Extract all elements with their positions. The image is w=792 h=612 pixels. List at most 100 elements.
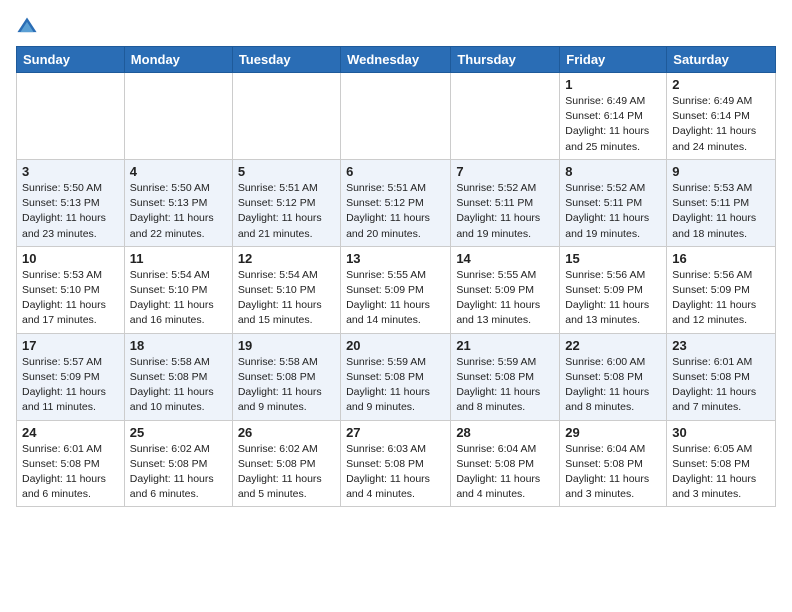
day-cell-4: 4Sunrise: 5:50 AM Sunset: 5:13 PM Daylig… bbox=[124, 159, 232, 246]
empty-cell bbox=[451, 73, 560, 160]
day-cell-29: 29 Sunrise: 6:04 AM Sunset: 5:08 PM Dayli… bbox=[560, 420, 667, 507]
day-cell-22: 22 Sunrise: 6:00 AM Sunset: 5:08 PM Dayli… bbox=[560, 333, 667, 420]
day-number: 23 bbox=[672, 338, 770, 353]
day-info: Sunrise: 5:53 AM Sunset: 5:11 PM Dayligh… bbox=[672, 182, 756, 240]
day-number: 14 bbox=[456, 251, 554, 266]
day-info: Sunrise: 5:57 AM Sunset: 5:09 PM Dayligh… bbox=[22, 356, 106, 414]
weekday-header-sunday: Sunday bbox=[17, 47, 125, 73]
day-info: Sunrise: 5:58 AM Sunset: 5:08 PM Dayligh… bbox=[130, 356, 214, 414]
day-cell-25: 25Sunrise: 6:02 AM Sunset: 5:08 PM Dayli… bbox=[124, 420, 232, 507]
logo bbox=[16, 16, 42, 38]
day-cell-19: 19Sunrise: 5:58 AM Sunset: 5:08 PM Dayli… bbox=[232, 333, 340, 420]
day-cell-5: 5 Sunrise: 5:51 AM Sunset: 5:12 PM Daylig… bbox=[232, 159, 340, 246]
empty-cell bbox=[17, 73, 125, 160]
day-number: 30 bbox=[672, 425, 770, 440]
logo-icon bbox=[16, 16, 38, 38]
day-cell-8: 8 Sunrise: 5:52 AM Sunset: 5:11 PM Daylig… bbox=[560, 159, 667, 246]
day-number: 22 bbox=[565, 338, 661, 353]
calendar-page: SundayMondayTuesdayWednesdayThursdayFrid… bbox=[0, 0, 792, 517]
day-info: Sunrise: 5:59 AM Sunset: 5:08 PM Dayligh… bbox=[456, 356, 540, 414]
day-info: Sunrise: 5:51 AM Sunset: 5:12 PM Dayligh… bbox=[238, 182, 322, 240]
day-info: Sunrise: 5:58 AM Sunset: 5:08 PM Dayligh… bbox=[238, 356, 322, 414]
day-number: 10 bbox=[22, 251, 119, 266]
weekday-header-thursday: Thursday bbox=[451, 47, 560, 73]
calendar-table: SundayMondayTuesdayWednesdayThursdayFrid… bbox=[16, 46, 776, 507]
day-number: 2 bbox=[672, 77, 770, 92]
day-cell-21: 21 Sunrise: 5:59 AM Sunset: 5:08 PM Dayli… bbox=[451, 333, 560, 420]
day-number: 25 bbox=[130, 425, 227, 440]
day-number: 3 bbox=[22, 164, 119, 179]
day-cell-16: 16 Sunrise: 5:56 AM Sunset: 5:09 PM Dayli… bbox=[667, 246, 776, 333]
day-info: Sunrise: 6:01 AM Sunset: 5:08 PM Dayligh… bbox=[22, 443, 106, 501]
day-number: 28 bbox=[456, 425, 554, 440]
day-cell-13: 13Sunrise: 5:55 AM Sunset: 5:09 PM Dayli… bbox=[341, 246, 451, 333]
day-info: Sunrise: 5:56 AM Sunset: 5:09 PM Dayligh… bbox=[672, 269, 756, 327]
calendar-header: SundayMondayTuesdayWednesdayThursdayFrid… bbox=[17, 47, 776, 73]
day-info: Sunrise: 5:59 AM Sunset: 5:08 PM Dayligh… bbox=[346, 356, 430, 414]
day-info: Sunrise: 6:49 AM Sunset: 6:14 PM Dayligh… bbox=[565, 95, 649, 153]
day-number: 26 bbox=[238, 425, 335, 440]
day-info: Sunrise: 5:52 AM Sunset: 5:11 PM Dayligh… bbox=[565, 182, 649, 240]
day-cell-27: 27 Sunrise: 6:03 AM Sunset: 5:08 PM Dayli… bbox=[341, 420, 451, 507]
day-cell-11: 11Sunrise: 5:54 AM Sunset: 5:10 PM Dayli… bbox=[124, 246, 232, 333]
day-number: 16 bbox=[672, 251, 770, 266]
day-cell-23: 23Sunrise: 6:01 AM Sunset: 5:08 PM Dayli… bbox=[667, 333, 776, 420]
header bbox=[16, 16, 776, 38]
day-number: 20 bbox=[346, 338, 445, 353]
day-number: 27 bbox=[346, 425, 445, 440]
day-number: 29 bbox=[565, 425, 661, 440]
day-number: 9 bbox=[672, 164, 770, 179]
day-info: Sunrise: 5:55 AM Sunset: 5:09 PM Dayligh… bbox=[456, 269, 540, 327]
empty-cell bbox=[341, 73, 451, 160]
day-cell-6: 6Sunrise: 5:51 AM Sunset: 5:12 PM Daylig… bbox=[341, 159, 451, 246]
day-info: Sunrise: 6:49 AM Sunset: 6:14 PM Dayligh… bbox=[672, 95, 756, 153]
day-info: Sunrise: 6:05 AM Sunset: 5:08 PM Dayligh… bbox=[672, 443, 756, 501]
logo-text bbox=[16, 16, 42, 38]
day-info: Sunrise: 5:55 AM Sunset: 5:09 PM Dayligh… bbox=[346, 269, 430, 327]
day-info: Sunrise: 5:52 AM Sunset: 5:11 PM Dayligh… bbox=[456, 182, 540, 240]
day-info: Sunrise: 6:03 AM Sunset: 5:08 PM Dayligh… bbox=[346, 443, 430, 501]
day-number: 8 bbox=[565, 164, 661, 179]
day-number: 21 bbox=[456, 338, 554, 353]
day-info: Sunrise: 6:02 AM Sunset: 5:08 PM Dayligh… bbox=[238, 443, 322, 501]
day-info: Sunrise: 5:54 AM Sunset: 5:10 PM Dayligh… bbox=[130, 269, 214, 327]
day-number: 7 bbox=[456, 164, 554, 179]
day-info: Sunrise: 5:53 AM Sunset: 5:10 PM Dayligh… bbox=[22, 269, 106, 327]
day-cell-15: 15 Sunrise: 5:56 AM Sunset: 5:09 PM Dayli… bbox=[560, 246, 667, 333]
weekday-header-tuesday: Tuesday bbox=[232, 47, 340, 73]
day-info: Sunrise: 5:56 AM Sunset: 5:09 PM Dayligh… bbox=[565, 269, 649, 327]
weekday-header-monday: Monday bbox=[124, 47, 232, 73]
weekday-header-wednesday: Wednesday bbox=[341, 47, 451, 73]
weekday-row: SundayMondayTuesdayWednesdayThursdayFrid… bbox=[17, 47, 776, 73]
day-cell-3: 3Sunrise: 5:50 AM Sunset: 5:13 PM Daylig… bbox=[17, 159, 125, 246]
day-number: 1 bbox=[565, 77, 661, 92]
day-info: Sunrise: 6:04 AM Sunset: 5:08 PM Dayligh… bbox=[456, 443, 540, 501]
day-number: 18 bbox=[130, 338, 227, 353]
day-cell-14: 14 Sunrise: 5:55 AM Sunset: 5:09 PM Dayli… bbox=[451, 246, 560, 333]
day-info: Sunrise: 5:54 AM Sunset: 5:10 PM Dayligh… bbox=[238, 269, 322, 327]
day-cell-20: 20 Sunrise: 5:59 AM Sunset: 5:08 PM Dayli… bbox=[341, 333, 451, 420]
day-cell-28: 28 Sunrise: 6:04 AM Sunset: 5:08 PM Dayli… bbox=[451, 420, 560, 507]
day-cell-12: 12 Sunrise: 5:54 AM Sunset: 5:10 PM Dayli… bbox=[232, 246, 340, 333]
day-number: 17 bbox=[22, 338, 119, 353]
empty-cell bbox=[124, 73, 232, 160]
day-cell-10: 10 Sunrise: 5:53 AM Sunset: 5:10 PM Dayli… bbox=[17, 246, 125, 333]
day-cell-17: 17 Sunrise: 5:57 AM Sunset: 5:09 PM Dayli… bbox=[17, 333, 125, 420]
day-cell-2: 2 Sunrise: 6:49 AM Sunset: 6:14 PM Daylig… bbox=[667, 73, 776, 160]
day-number: 5 bbox=[238, 164, 335, 179]
day-cell-18: 18 Sunrise: 5:58 AM Sunset: 5:08 PM Dayli… bbox=[124, 333, 232, 420]
week-row-3: 10 Sunrise: 5:53 AM Sunset: 5:10 PM Dayli… bbox=[17, 246, 776, 333]
calendar-body: 1 Sunrise: 6:49 AM Sunset: 6:14 PM Daylig… bbox=[17, 73, 776, 507]
week-row-4: 17 Sunrise: 5:57 AM Sunset: 5:09 PM Dayli… bbox=[17, 333, 776, 420]
day-cell-24: 24 Sunrise: 6:01 AM Sunset: 5:08 PM Dayli… bbox=[17, 420, 125, 507]
day-number: 12 bbox=[238, 251, 335, 266]
day-number: 24 bbox=[22, 425, 119, 440]
day-cell-9: 9 Sunrise: 5:53 AM Sunset: 5:11 PM Daylig… bbox=[667, 159, 776, 246]
day-cell-26: 26 Sunrise: 6:02 AM Sunset: 5:08 PM Dayli… bbox=[232, 420, 340, 507]
empty-cell bbox=[232, 73, 340, 160]
day-number: 15 bbox=[565, 251, 661, 266]
day-number: 4 bbox=[130, 164, 227, 179]
day-info: Sunrise: 6:04 AM Sunset: 5:08 PM Dayligh… bbox=[565, 443, 649, 501]
day-info: Sunrise: 5:51 AM Sunset: 5:12 PM Dayligh… bbox=[346, 182, 430, 240]
day-info: Sunrise: 6:00 AM Sunset: 5:08 PM Dayligh… bbox=[565, 356, 649, 414]
